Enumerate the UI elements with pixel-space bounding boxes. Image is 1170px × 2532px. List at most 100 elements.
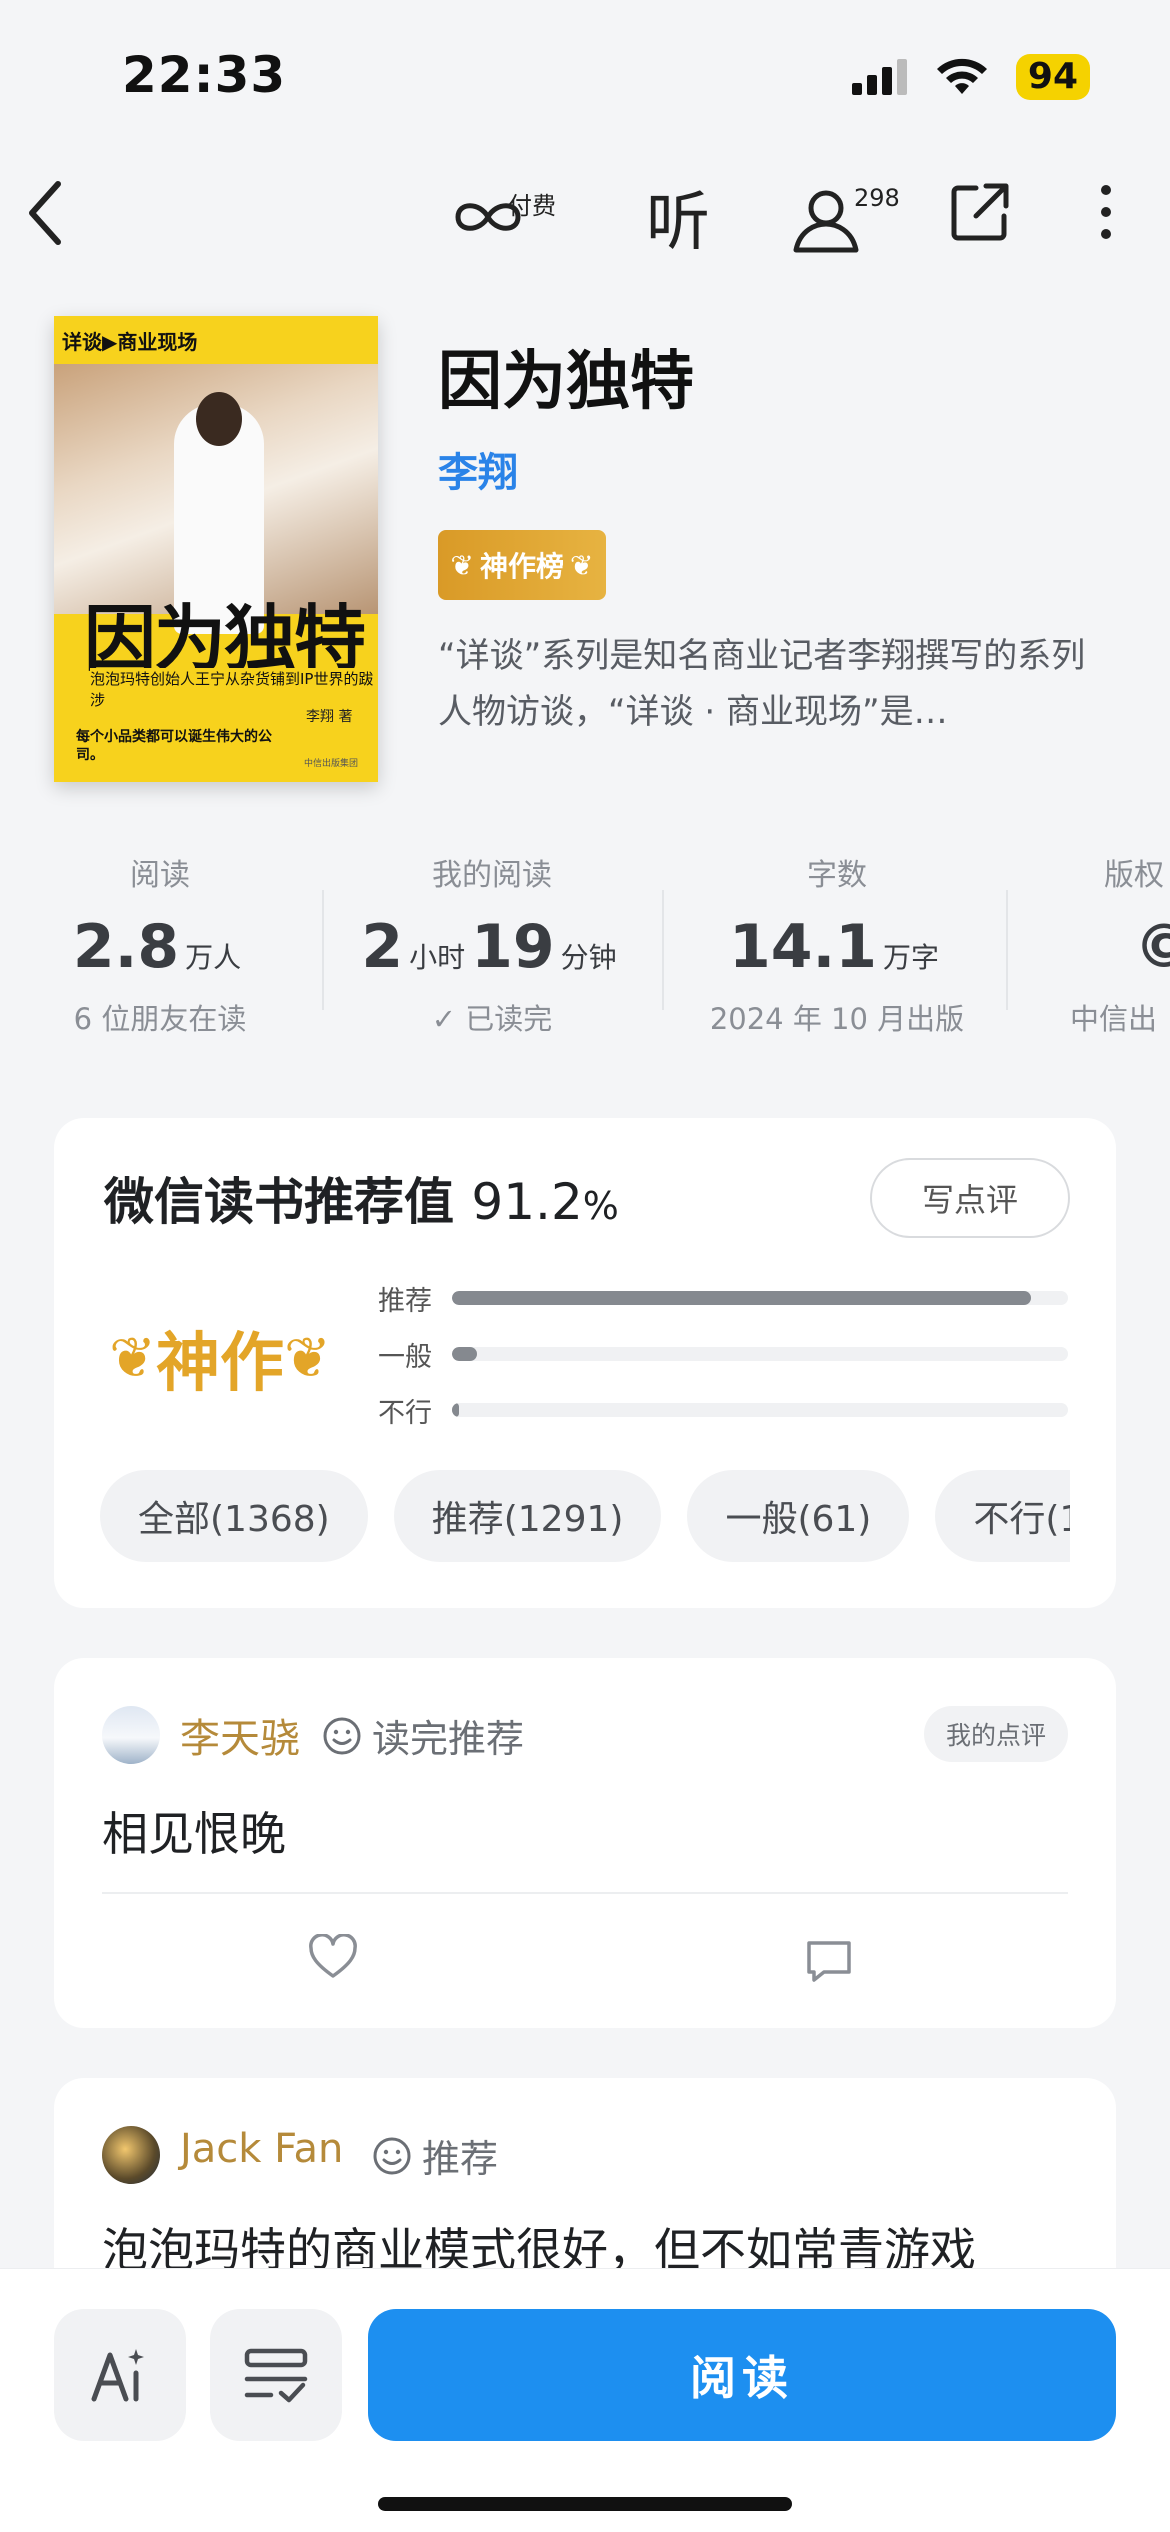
divider bbox=[662, 890, 664, 1010]
cover-subtitle: 泡泡玛特创始人王宁从杂货铺到IP世界的跋涉 bbox=[90, 668, 378, 710]
cover-author: 李翔 著 bbox=[306, 709, 353, 725]
review-card[interactable]: 李天骁 读完推荐 我的点评 相见恨晚 bbox=[54, 1658, 1116, 2028]
battery-indicator: 94 bbox=[1015, 54, 1090, 100]
more-button[interactable] bbox=[1094, 182, 1118, 242]
laurel-right-icon: ❦ bbox=[284, 1325, 331, 1391]
filter-recommend[interactable]: 推荐(1291) bbox=[393, 1470, 662, 1562]
bar-label: 不行 bbox=[378, 1397, 432, 1429]
back-button[interactable] bbox=[22, 178, 66, 248]
status-time: 22:33 bbox=[122, 46, 287, 104]
bottom-bar: 阅读 bbox=[0, 2268, 1170, 2532]
listeners-button[interactable]: 298 bbox=[792, 180, 912, 260]
rating-bar-poor: 不行 bbox=[378, 1390, 1068, 1430]
cover-tag: 详谈▶商业现场 bbox=[62, 330, 198, 354]
listen-button[interactable]: 听 bbox=[646, 172, 710, 262]
rating-bar-neutral: 一般 bbox=[378, 1334, 1068, 1374]
avatar[interactable] bbox=[102, 2126, 160, 2184]
avatar[interactable] bbox=[102, 1706, 160, 1764]
stat-foot: ✓ 已读完 bbox=[431, 1002, 553, 1036]
reviewer-name[interactable]: Jack Fan bbox=[180, 2126, 343, 2172]
rating-bar-recommend: 推荐 bbox=[378, 1278, 1068, 1318]
stat-label: 我的阅读 bbox=[432, 858, 552, 893]
cover-photo bbox=[54, 364, 378, 634]
recommend-title: 微信读书推荐值 91.2% bbox=[104, 1173, 619, 1231]
laurel-left-icon: ❦ bbox=[109, 1325, 156, 1391]
stat-word-count[interactable]: 字数 14.1 万字 2024 年 10 月出版 bbox=[692, 850, 982, 1038]
filter-poor[interactable]: 不行(16 bbox=[935, 1470, 1070, 1562]
stat-value: 14.1 万字 bbox=[728, 912, 940, 982]
stats-row: 阅读 2.8 万人 6 位朋友在读 我的阅读 2 小时 19 分钟 ✓ 已读完 字数 1… bbox=[0, 850, 1170, 1050]
add-to-shelf-button[interactable] bbox=[210, 2309, 342, 2441]
read-button[interactable]: 阅读 bbox=[368, 2309, 1116, 2441]
review-tag: 推荐 bbox=[372, 2128, 498, 2183]
stat-foot: 2024 年 10 月出版 bbox=[709, 1002, 965, 1036]
bar-track bbox=[452, 1291, 1068, 1305]
listeners-count: 298 bbox=[854, 184, 900, 212]
person-icon bbox=[793, 190, 859, 253]
more-vertical-icon bbox=[1101, 185, 1111, 239]
divider bbox=[1006, 890, 1008, 1010]
stat-label: 阅读 bbox=[130, 858, 190, 893]
divider bbox=[322, 890, 324, 1010]
my-review-badge: 我的点评 bbox=[923, 1706, 1068, 1762]
cover-publisher: 中信出版集团 bbox=[304, 759, 359, 769]
signal-icon bbox=[851, 59, 907, 95]
share-button[interactable] bbox=[950, 182, 1010, 242]
like-button[interactable] bbox=[308, 1933, 358, 1984]
bookshelf-check-icon bbox=[244, 2348, 308, 2403]
cover-quote: 每个小品类都可以诞生伟大的公司。 bbox=[76, 729, 272, 763]
wifi-icon bbox=[936, 58, 987, 94]
stat-readers[interactable]: 阅读 2.8 万人 6 位朋友在读 bbox=[40, 850, 280, 1038]
review-text: 相见恨晚 bbox=[102, 1807, 286, 1861]
laurel-left-icon: ❦ bbox=[450, 548, 474, 582]
check-circle-icon: ✓ bbox=[431, 1002, 457, 1036]
comment-icon bbox=[807, 1941, 851, 1982]
bar-label: 推荐 bbox=[378, 1285, 432, 1317]
smile-icon bbox=[323, 1717, 361, 1754]
ai-icon bbox=[91, 2349, 144, 2402]
book-description[interactable]: “详谈”系列是知名商业记者李翔撰写的系列人物访谈，“详谈 · 商业现场”是… bbox=[438, 628, 1098, 740]
listen-label: 听 bbox=[646, 186, 710, 260]
filter-neutral[interactable]: 一般(61) bbox=[687, 1470, 910, 1562]
ranking-badge-label: 神作榜 bbox=[479, 550, 564, 583]
copyright-icon: © bbox=[1134, 912, 1170, 982]
bar-track bbox=[452, 1403, 1068, 1417]
comment-button[interactable] bbox=[804, 1938, 854, 1988]
ranking-badge[interactable]: ❦ 神作榜 ❦ bbox=[438, 530, 606, 600]
recommend-card: 微信读书推荐值 91.2% 写点评 ❦ 神作 ❦ 推荐 一般 不行 全部(136… bbox=[54, 1118, 1116, 1608]
home-indicator bbox=[378, 2497, 792, 2511]
stat-my-reading[interactable]: 我的阅读 2 小时 19 分钟 ✓ 已读完 bbox=[352, 850, 632, 1038]
stat-label: 字数 bbox=[807, 858, 867, 893]
status-icons: 94 bbox=[851, 54, 1090, 100]
share-icon bbox=[951, 183, 1009, 241]
paid-button[interactable]: 付费 bbox=[452, 182, 562, 252]
heart-icon bbox=[309, 1933, 357, 1978]
stat-value: 2 小时 19 分钟 bbox=[361, 912, 617, 982]
stat-foot: 6 位朋友在读 bbox=[73, 1002, 247, 1036]
cover-head bbox=[196, 392, 242, 446]
filter-all[interactable]: 全部(1368) bbox=[100, 1470, 368, 1562]
stat-foot: 中信出 bbox=[1070, 1002, 1158, 1036]
book-cover[interactable]: 详谈▶商业现场 因为独特 泡泡玛特创始人王宁从杂货铺到IP世界的跋涉 李翔 著 … bbox=[54, 316, 378, 782]
book-title: 因为独特 bbox=[438, 345, 694, 419]
bar-label: 一般 bbox=[378, 1341, 432, 1373]
book-author[interactable]: 李翔 bbox=[438, 440, 518, 498]
review-filters: 全部(1368) 推荐(1291) 一般(61) 不行(16 bbox=[100, 1470, 1070, 1562]
stat-label: 版权 bbox=[1104, 858, 1164, 893]
laurel-right-icon: ❦ bbox=[570, 548, 594, 582]
top-nav: 付费 听 298 bbox=[0, 170, 1170, 270]
smile-icon bbox=[373, 2137, 411, 2174]
stat-value: 2.8 万人 bbox=[72, 912, 242, 982]
write-review-button[interactable]: 写点评 bbox=[870, 1158, 1070, 1238]
chevron-left-icon bbox=[29, 181, 61, 245]
reviewer-name[interactable]: 李天骁 bbox=[180, 1706, 300, 1764]
stat-copyright[interactable]: 版权 © 中信出 bbox=[1070, 850, 1170, 1038]
divider bbox=[102, 1892, 1068, 1894]
review-tag: 读完推荐 bbox=[322, 1708, 524, 1763]
bar-fill bbox=[452, 1291, 1032, 1305]
masterpiece-badge: ❦ 神作 ❦ bbox=[109, 1325, 331, 1402]
ai-button[interactable] bbox=[54, 2309, 186, 2441]
bar-fill bbox=[452, 1403, 460, 1417]
bar-fill bbox=[452, 1347, 477, 1361]
bar-track bbox=[452, 1347, 1068, 1361]
